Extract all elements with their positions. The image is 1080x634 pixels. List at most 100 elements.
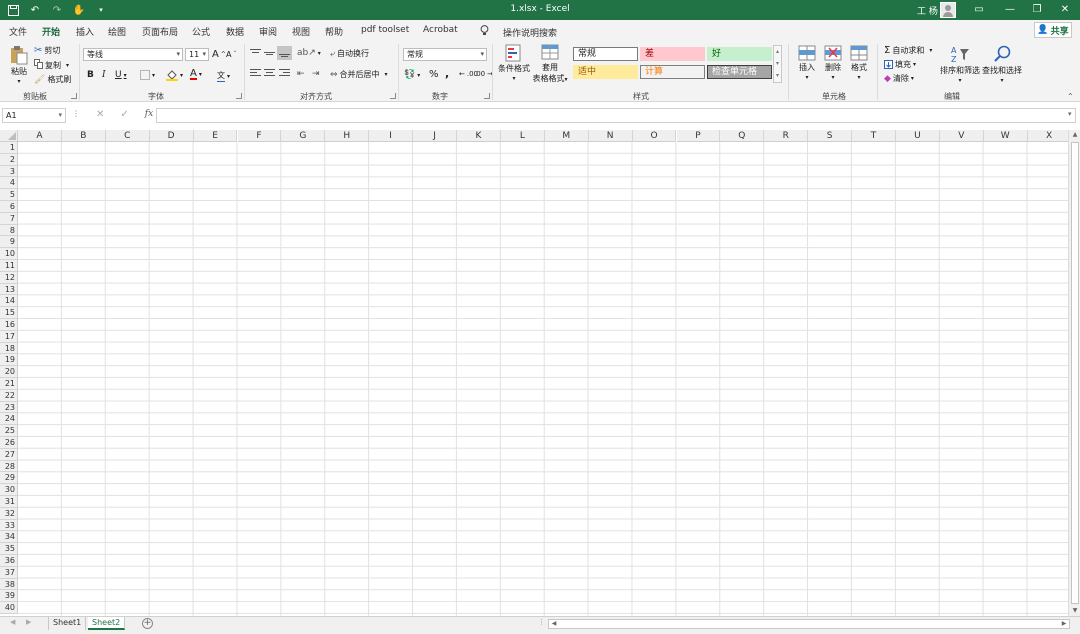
scroll-up-icon[interactable]: ▲: [1069, 130, 1080, 140]
find-select-button[interactable]: 查找和选择 ▾: [982, 44, 1022, 84]
column-header[interactable]: X: [1027, 130, 1068, 142]
column-header[interactable]: N: [588, 130, 633, 142]
number-launcher-icon[interactable]: [484, 93, 490, 99]
row-header[interactable]: 18: [0, 342, 18, 355]
row-header[interactable]: 17: [0, 330, 18, 343]
decrease-decimal-button[interactable]: .00 →: [474, 70, 493, 78]
horizontal-scrollbar[interactable]: ◀ ▶: [548, 619, 1070, 629]
column-header[interactable]: O: [632, 130, 677, 142]
tab-formulas[interactable]: 公式: [192, 25, 210, 38]
row-header[interactable]: 28: [0, 460, 18, 473]
add-sheet-icon[interactable]: +: [142, 618, 153, 629]
column-header[interactable]: U: [896, 130, 940, 142]
increase-indent-button[interactable]: ⇥: [312, 69, 320, 79]
prev-sheet-icon[interactable]: ◀: [10, 618, 15, 626]
font-name-combo[interactable]: 等线: [83, 48, 183, 61]
more-options-icon[interactable]: ⋮: [72, 109, 80, 120]
align-top-button[interactable]: [250, 48, 261, 58]
tab-file[interactable]: 文件: [9, 25, 27, 38]
column-header[interactable]: P: [676, 130, 721, 142]
column-header[interactable]: H: [325, 130, 370, 142]
row-header[interactable]: 8: [0, 224, 18, 237]
tab-home[interactable]: 开始: [42, 25, 61, 42]
cell-area[interactable]: [18, 142, 1068, 616]
comma-button[interactable]: ,: [445, 67, 449, 80]
row-header[interactable]: 20: [0, 366, 18, 378]
row-header[interactable]: 22: [0, 389, 18, 402]
collapse-ribbon-icon[interactable]: ⌃: [1067, 92, 1074, 101]
row-header[interactable]: 35: [0, 543, 18, 555]
row-header[interactable]: 21: [0, 378, 18, 390]
row-header[interactable]: 12: [0, 271, 18, 284]
bold-button[interactable]: B: [87, 70, 94, 80]
align-right-button[interactable]: [279, 69, 290, 78]
row-header[interactable]: 13: [0, 283, 18, 296]
tab-review[interactable]: 审阅: [259, 25, 277, 38]
cell-style-normal[interactable]: 常规: [573, 47, 638, 61]
copy-button[interactable]: 复制 ▾: [34, 59, 69, 71]
merge-center-button[interactable]: ⇔ 合并后居中 ▾: [330, 69, 388, 80]
phonetic-button[interactable]: 文 ▾: [217, 70, 230, 82]
insert-cells-button[interactable]: 插入 ▾: [797, 45, 817, 81]
column-header[interactable]: G: [281, 130, 326, 142]
wrap-text-button[interactable]: ⤶ 自动换行: [330, 48, 369, 59]
tell-me-search[interactable]: 操作说明搜索: [480, 25, 557, 39]
name-box[interactable]: A1: [2, 108, 66, 123]
fill-button[interactable]: 填充 ▾: [884, 59, 916, 70]
sheet-tab-sheet1[interactable]: Sheet1: [48, 617, 87, 630]
row-header[interactable]: 23: [0, 401, 18, 414]
cancel-icon[interactable]: ✕: [96, 109, 104, 120]
row-header[interactable]: 15: [0, 307, 18, 319]
clipboard-launcher-icon[interactable]: [71, 93, 77, 99]
column-header[interactable]: W: [983, 130, 1028, 142]
format-painter-button[interactable]: 🖌 格式刷: [34, 74, 71, 85]
sort-filter-button[interactable]: AZ 排序和筛选 ▾: [940, 44, 980, 84]
format-as-table-button[interactable]: 套用 表格格式▾: [532, 44, 568, 84]
row-header[interactable]: 38: [0, 578, 18, 591]
shrink-font-button[interactable]: Aˇ: [226, 50, 236, 59]
align-center-button[interactable]: [264, 69, 275, 78]
tab-acrobat[interactable]: Acrobat: [423, 25, 458, 35]
tab-page-layout[interactable]: 页面布局: [142, 25, 178, 38]
restore-icon[interactable]: ❐: [1030, 3, 1044, 17]
cell-style-bad[interactable]: 差: [640, 47, 705, 61]
row-header[interactable]: 29: [0, 472, 18, 485]
user-name[interactable]: 工 杨: [917, 4, 938, 17]
cell-style-calculation[interactable]: 计算: [640, 65, 705, 79]
column-header[interactable]: M: [544, 130, 589, 142]
row-header[interactable]: 6: [0, 201, 18, 213]
alignment-launcher-icon[interactable]: [390, 93, 396, 99]
column-header[interactable]: L: [500, 130, 545, 142]
accounting-format-button[interactable]: 💱 ▾: [404, 70, 420, 80]
ribbon-display-options-icon[interactable]: ▭: [972, 3, 986, 17]
font-launcher-icon[interactable]: [236, 93, 242, 99]
decrease-indent-button[interactable]: ⇤: [297, 69, 305, 79]
percent-button[interactable]: %: [429, 69, 439, 80]
align-middle-button[interactable]: [264, 48, 275, 58]
column-header[interactable]: R: [764, 130, 809, 142]
enter-icon[interactable]: ✓: [120, 109, 128, 120]
row-header[interactable]: 3: [0, 165, 18, 178]
row-header[interactable]: 34: [0, 531, 18, 544]
align-bottom-button[interactable]: [277, 46, 292, 60]
tab-split-handle[interactable]: ⋮: [538, 618, 545, 626]
orientation-button[interactable]: ab↗ ▾: [297, 48, 321, 58]
insert-function-icon[interactable]: fx: [145, 109, 153, 120]
row-header[interactable]: 7: [0, 212, 18, 225]
tab-help[interactable]: 帮助: [325, 25, 343, 38]
conditional-formatting-button[interactable]: 条件格式 ▾: [497, 44, 531, 82]
row-header[interactable]: 40: [0, 602, 18, 614]
underline-button[interactable]: U ▾: [115, 70, 127, 80]
tab-pdf-toolset[interactable]: pdf toolset: [361, 25, 409, 35]
delete-cells-button[interactable]: 删除 ▾: [823, 45, 843, 81]
row-header[interactable]: 30: [0, 484, 18, 496]
row-header[interactable]: 33: [0, 519, 18, 532]
row-header[interactable]: 31: [0, 496, 18, 508]
borders-button[interactable]: ▾: [140, 70, 155, 80]
column-header[interactable]: A: [18, 130, 62, 142]
avatar[interactable]: [940, 2, 956, 18]
row-header[interactable]: 11: [0, 260, 18, 272]
row-header[interactable]: 14: [0, 295, 18, 308]
column-header[interactable]: F: [237, 130, 282, 142]
sheet-tab-sheet2[interactable]: Sheet2: [88, 617, 126, 630]
